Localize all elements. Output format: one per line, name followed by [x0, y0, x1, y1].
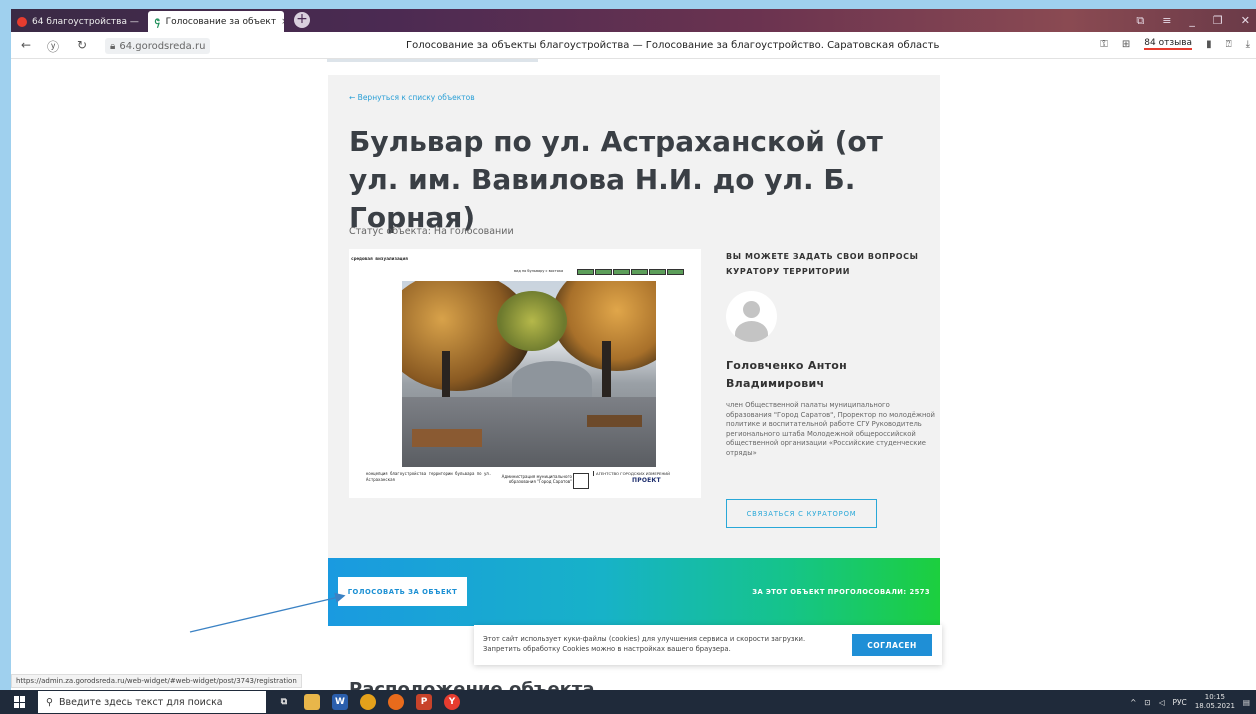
volume-icon[interactable]: ◁ [1159, 698, 1165, 707]
bookmark-icon[interactable]: ▮ [1206, 39, 1212, 50]
contact-curator-button[interactable]: СВЯЗАТЬСЯ С КУРАТОРОМ [726, 499, 877, 528]
curator-description: член Общественной палаты муниципального … [726, 401, 935, 457]
yandex-browser-icon[interactable]: Y [444, 694, 460, 710]
close-icon[interactable]: ✕ [1241, 14, 1250, 28]
chevron-up-icon[interactable]: ^ [1130, 698, 1136, 707]
vote-count-label: ЗА ЭТОТ ОБЪЕКТ ПРОГОЛОСОВАЛИ: [752, 588, 907, 596]
menu-icon[interactable]: ≡ [1162, 14, 1171, 28]
vote-count-value: 2573 [909, 588, 930, 596]
tab-inactive[interactable]: 64 благоустройства — [11, 11, 143, 32]
page-title: Бульвар по ул. Астраханской (от ул. им. … [349, 125, 883, 234]
object-status: Статус объекта: На голосовании [349, 226, 514, 237]
back-arrow-icon[interactable]: ← [21, 38, 31, 52]
yandex-favicon-icon [17, 16, 27, 27]
site-favicon-icon: ᪄ [154, 15, 161, 27]
object-visualization-image[interactable]: средовая визуализация вид по бульвару с … [349, 249, 701, 498]
previous-block-edge [327, 59, 538, 62]
user-icon [743, 301, 760, 318]
image-footer-concept: концепция благоустройства территории бул… [366, 471, 492, 482]
language-indicator[interactable]: РУС [1172, 698, 1186, 707]
park-render [402, 281, 656, 467]
search-icon: ⚲ [46, 696, 53, 708]
curator-name: Головченко Антон Владимирович [726, 359, 848, 390]
clock-time: 10:15 [1204, 693, 1225, 701]
minimize-icon[interactable]: _ [1189, 14, 1195, 28]
tabs-icon[interactable]: ⧉ [1136, 14, 1144, 28]
taskbar-search-placeholder: Введите здесь текст для поиска [58, 696, 223, 708]
image-footer-admin: Администрация муниципального образования… [501, 474, 572, 484]
object-card: ← Вернуться к списку объектов Бульвар по… [328, 75, 940, 558]
chrome-icon[interactable] [360, 694, 376, 710]
browser-tab-bar: 64 благоустройства — ᪄ Голосование за об… [11, 9, 1256, 32]
address-bar-actions: ⚿ ⊞ 84 отзыва ▮ ⍰ ⤓ [1100, 38, 1250, 50]
new-tab-icon[interactable]: + [294, 12, 310, 28]
vote-count: ЗА ЭТОТ ОБЪЕКТ ПРОГОЛОСОВАЛИ: 2573 [749, 588, 930, 596]
extensions-icon[interactable]: ⍰ [1226, 39, 1232, 50]
domain-chip[interactable]: 🔒︎ 64.gorodsreda.ru [105, 38, 211, 54]
system-tray: ^ ⊡ ◁ РУС 10:15 18.05.2021 ▤ [1130, 693, 1250, 711]
key-icon[interactable]: ⚿ [1100, 39, 1108, 50]
app-icon[interactable] [388, 694, 404, 710]
domain-text: 64.gorodsreda.ru [119, 41, 206, 52]
windows-start-icon[interactable] [14, 696, 26, 708]
notifications-icon[interactable]: ▤ [1243, 698, 1250, 707]
clock[interactable]: 10:15 18.05.2021 [1195, 693, 1235, 711]
vote-button[interactable]: ГОЛОСОВАТЬ ЗА ОБЪЕКТ [338, 577, 467, 606]
project-logo: ПРОЕКТ [632, 477, 661, 484]
image-caption-right: вид по бульвару с востока [514, 269, 564, 273]
translate-icon[interactable]: ⊞ [1122, 39, 1130, 50]
word-icon[interactable]: W [332, 694, 348, 710]
yandex-icon[interactable]: ⓨ [47, 38, 59, 55]
windows-taskbar: ⚲ Введите здесь текст для поиска ⧉ W P Y… [0, 690, 1256, 714]
download-icon[interactable]: ⤓ [1246, 39, 1250, 50]
image-caption: средовая визуализация [351, 257, 408, 262]
tab-active[interactable]: ᪄ Голосование за объект × [148, 11, 284, 32]
avatar [726, 291, 777, 342]
emblem-icon [573, 473, 589, 489]
back-to-list-link[interactable]: ← Вернуться к списку объектов [349, 93, 475, 102]
curator-heading: ВЫ МОЖЕТЕ ЗАДАТЬ СВОИ ВОПРОСЫ КУРАТОРУ Т… [726, 252, 919, 276]
cookie-accept-button[interactable]: СОГЛАСЕН [852, 634, 932, 656]
task-view-icon[interactable]: ⧉ [276, 694, 292, 710]
cookie-banner: Этот сайт использует куки-файлы (cookies… [474, 625, 942, 665]
file-explorer-icon[interactable] [304, 694, 320, 710]
address-bar: ← ⓨ ↻ 🔒︎ 64.gorodsreda.ru Голосование за… [11, 32, 1256, 59]
restore-icon[interactable]: ❐ [1213, 14, 1223, 28]
vote-band: ГОЛОСОВАТЬ ЗА ОБЪЕКТ ЗА ЭТОТ ОБЪЕКТ ПРОГ… [328, 558, 940, 626]
tab-label: Голосование за объект [165, 16, 277, 27]
material-swatches [577, 269, 684, 275]
lock-icon: 🔒︎ [110, 41, 116, 52]
close-tab-icon[interactable]: × [281, 17, 284, 27]
window-controls: ⧉ ≡ _ ❐ ✕ [1136, 14, 1250, 28]
status-bar-url: https://admin.za.gorodsreda.ru/web-widge… [11, 674, 302, 688]
location-heading: Расположение объекта [349, 679, 595, 690]
network-icon[interactable]: ⊡ [1144, 698, 1150, 707]
powerpoint-icon[interactable]: P [416, 694, 432, 710]
taskbar-search[interactable]: ⚲ Введите здесь текст для поиска [38, 691, 266, 713]
image-footer-agency: АГЕНТСТВО ГОРОДСКИХ ИЗМЕРЕНИЙ [593, 471, 670, 476]
tab-label: 64 благоустройства — [32, 16, 139, 27]
web-page: ← Вернуться к списку объектов Бульвар по… [11, 59, 1256, 690]
clock-date: 18.05.2021 [1194, 702, 1235, 710]
reviews-badge[interactable]: 84 отзыва [1144, 38, 1193, 50]
cookie-text: Этот сайт использует куки-файлы (cookies… [483, 635, 806, 653]
taskbar-apps: ⧉ W P Y [276, 694, 460, 710]
reload-icon[interactable]: ↻ [77, 38, 87, 52]
page-title-bar: Голосование за объекты благоустройства —… [406, 40, 940, 51]
